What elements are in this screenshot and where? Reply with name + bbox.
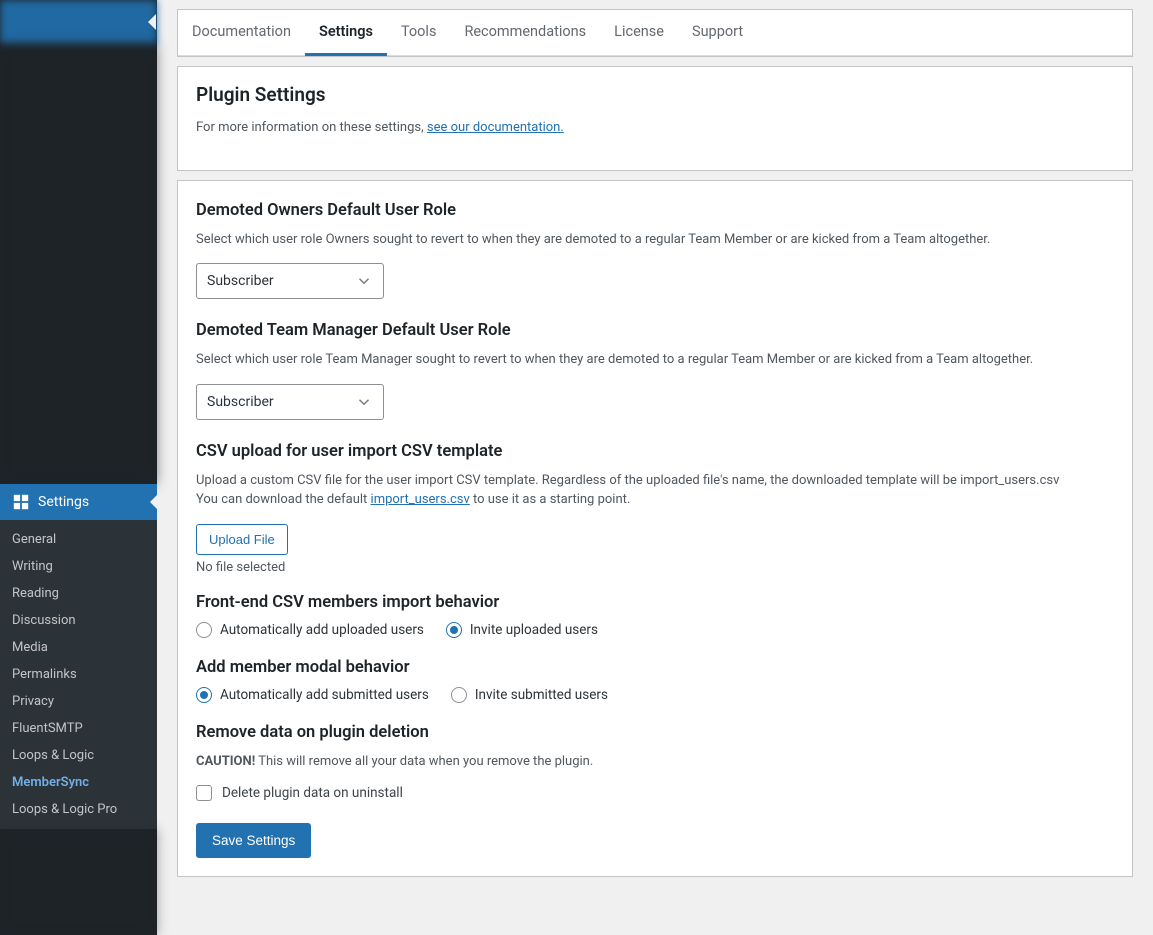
doc-link[interactable]: see our documentation. — [427, 120, 564, 135]
file-status: No file selected — [196, 560, 1114, 575]
admin-sidebar: Settings GeneralWritingReadingDiscussion… — [0, 0, 157, 935]
sidebar-sub-discussion[interactable]: Discussion — [0, 607, 157, 634]
intro-desc: For more information on these settings, … — [196, 118, 1114, 138]
sidebar-sub-reading[interactable]: Reading — [0, 580, 157, 607]
add-modal-auto-label: Automatically add submitted users — [220, 687, 429, 703]
sidebar-top-highlight — [0, 0, 157, 44]
sidebar-sub-permalinks[interactable]: Permalinks — [0, 661, 157, 688]
sidebar-sub-loops-logic-pro[interactable]: Loops & Logic Pro — [0, 796, 157, 823]
add-modal-invite-label: Invite submitted users — [475, 687, 608, 703]
upload-file-button[interactable]: Upload File — [196, 524, 288, 555]
tab-recommendations[interactable]: Recommendations — [450, 10, 600, 55]
save-settings-button[interactable]: Save Settings — [196, 823, 311, 858]
sidebar-bottom-blur — [0, 829, 157, 935]
chevron-down-icon — [355, 393, 373, 411]
demoted-manager-desc: Select which user role Team Manager soug… — [196, 350, 1114, 370]
sidebar-sub-writing[interactable]: Writing — [0, 553, 157, 580]
sidebar-blurred-items — [0, 44, 157, 484]
remove-data-heading: Remove data on plugin deletion — [196, 723, 1114, 742]
csv-default-link[interactable]: import_users.csv — [371, 492, 470, 507]
settings-icon — [12, 493, 30, 511]
tab-bar: DocumentationSettingsToolsRecommendation… — [178, 10, 1132, 56]
csv-upload-desc: Upload a custom CSV file for the user im… — [196, 471, 1114, 510]
tabs-card: DocumentationSettingsToolsRecommendation… — [177, 9, 1133, 57]
frontend-csv-auto-radio[interactable] — [196, 622, 212, 638]
tab-support[interactable]: Support — [678, 10, 757, 55]
frontend-csv-auto-label: Automatically add uploaded users — [220, 622, 424, 638]
demoted-owners-heading: Demoted Owners Default User Role — [196, 201, 1114, 220]
sidebar-submenu: GeneralWritingReadingDiscussionMediaPerm… — [0, 520, 157, 829]
add-modal-radios: Automatically add submitted users Invite… — [196, 687, 1114, 703]
frontend-csv-invite-radio[interactable] — [446, 622, 462, 638]
tab-settings[interactable]: Settings — [305, 10, 387, 56]
sidebar-top-arrow — [148, 14, 156, 30]
settings-card: Demoted Owners Default User Role Select … — [177, 180, 1133, 878]
demoted-manager-select[interactable]: Subscriber — [196, 384, 384, 420]
intro-heading: Plugin Settings — [196, 83, 1114, 106]
add-modal-invite-radio[interactable] — [451, 687, 467, 703]
csv-upload-heading: CSV upload for user import CSV template — [196, 442, 1114, 461]
tab-tools[interactable]: Tools — [387, 10, 451, 55]
frontend-csv-radios: Automatically add uploaded users Invite … — [196, 622, 1114, 638]
sidebar-item-settings[interactable]: Settings — [0, 484, 157, 520]
frontend-csv-heading: Front-end CSV members import behavior — [196, 593, 1114, 612]
sidebar-active-arrow — [150, 494, 158, 510]
sidebar-active-label: Settings — [38, 494, 89, 510]
sidebar-sub-fluentsmtp[interactable]: FluentSMTP — [0, 715, 157, 742]
chevron-down-icon — [355, 272, 373, 290]
add-modal-auto-radio[interactable] — [196, 687, 212, 703]
sidebar-sub-privacy[interactable]: Privacy — [0, 688, 157, 715]
frontend-csv-invite-label: Invite uploaded users — [470, 622, 598, 638]
delete-data-checkbox[interactable] — [196, 785, 212, 801]
tab-documentation[interactable]: Documentation — [178, 10, 305, 55]
delete-data-label: Delete plugin data on uninstall — [222, 785, 403, 801]
intro-card: Plugin Settings For more information on … — [177, 66, 1133, 171]
sidebar-sub-general[interactable]: General — [0, 526, 157, 553]
demoted-owners-select[interactable]: Subscriber — [196, 263, 384, 299]
sidebar-sub-loops-logic[interactable]: Loops & Logic — [0, 742, 157, 769]
demoted-manager-heading: Demoted Team Manager Default User Role — [196, 321, 1114, 340]
tab-license[interactable]: License — [600, 10, 678, 55]
demoted-owners-desc: Select which user role Owners sought to … — [196, 230, 1114, 250]
main-content: DocumentationSettingsToolsRecommendation… — [157, 0, 1153, 935]
sidebar-sub-media[interactable]: Media — [0, 634, 157, 661]
sidebar-sub-membersync[interactable]: MemberSync — [0, 769, 157, 796]
remove-data-desc: CAUTION! This will remove all your data … — [196, 752, 1114, 772]
add-modal-heading: Add member modal behavior — [196, 658, 1114, 677]
